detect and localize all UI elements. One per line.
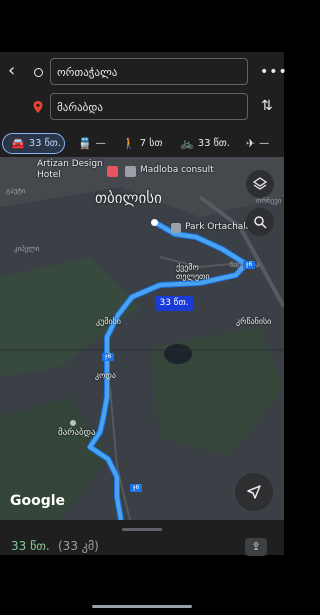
mode-flight[interactable]: ✈ —: [246, 133, 269, 154]
layers-icon: [253, 177, 267, 190]
car-icon: 🚘: [11, 137, 25, 150]
sheet-handle[interactable]: [122, 528, 162, 531]
navigation-arrow-icon: [247, 485, 261, 499]
label-madloba-consult[interactable]: Madloba consult: [140, 165, 214, 175]
label-marabda: მარაბდა: [58, 428, 96, 438]
more-options-icon[interactable]: •••: [260, 64, 288, 80]
label-left-top: გაუტი: [6, 187, 26, 195]
mode-bike[interactable]: 🚲 33 წთ.: [180, 133, 230, 154]
destination-input[interactable]: მარაბდა: [50, 93, 248, 120]
search-icon: [254, 216, 267, 229]
layers-button[interactable]: [246, 170, 274, 198]
swap-icon[interactable]: ⇅: [261, 98, 273, 114]
label-tbilisi: თბილისი: [95, 189, 162, 207]
road-shield: ჯ6: [243, 261, 255, 269]
walk-icon: 🚶: [122, 137, 136, 150]
recenter-button[interactable]: [235, 473, 273, 511]
share-icon: ⇪: [251, 540, 261, 553]
road-shield: ჯ6: [102, 353, 114, 361]
label-left-mid: კიპელი: [14, 245, 40, 253]
train-icon: 🚆: [78, 137, 92, 150]
home-indicator[interactable]: [92, 605, 192, 608]
origin-input[interactable]: ორთაჭალა: [50, 58, 248, 85]
route-duration-badge[interactable]: 33 წთ.: [155, 296, 193, 311]
mode-flight-label: —: [259, 138, 270, 149]
route-line: [87, 220, 249, 520]
park-icon[interactable]: [171, 223, 181, 233]
business-icon[interactable]: [125, 166, 136, 177]
label-artizan-hotel[interactable]: Artizan Design Hotel: [37, 159, 103, 181]
travel-mode-bar: 🚘 33 წთ. 🚆 — 🚶 7 სთ 🚲 33 წთ. ✈ —: [0, 130, 284, 157]
label-qvemo-teleti: ქვემო თელეთი: [176, 263, 210, 281]
mode-walk[interactable]: 🚶 7 სთ: [122, 133, 162, 154]
share-button[interactable]: ⇪: [245, 538, 267, 556]
mode-walk-label: 7 სთ: [139, 138, 163, 149]
mode-car[interactable]: 🚘 33 წთ.: [2, 133, 65, 154]
label-krtsanisi: კრწანისი: [236, 317, 272, 326]
destination-marker[interactable]: [70, 420, 76, 426]
mode-car-label: 33 წთ.: [28, 138, 61, 149]
bike-icon: 🚲: [180, 137, 194, 150]
plane-icon: ✈: [246, 137, 256, 150]
destination-pin-icon: [33, 101, 43, 113]
label-kumisi: კუმისი: [96, 317, 121, 326]
label-park-ortachala[interactable]: Park Ortachala: [185, 222, 251, 232]
back-button[interactable]: ‹: [8, 62, 24, 82]
origin-dot-icon: [34, 68, 43, 77]
route-distance: (33 კმ): [58, 539, 99, 553]
search-button[interactable]: [246, 208, 274, 236]
label-right-top: ორხევი: [256, 197, 282, 205]
mode-transit[interactable]: 🚆 —: [78, 133, 106, 154]
map-canvas[interactable]: Artizan Design Hotel Madloba consult თბი…: [0, 157, 284, 520]
label-koda: კოდა: [95, 371, 116, 380]
mode-transit-label: —: [95, 138, 106, 149]
origin-marker[interactable]: [151, 219, 158, 226]
route-time: 33 წთ.: [11, 539, 50, 553]
hotel-icon[interactable]: [107, 166, 118, 177]
google-logo: Google: [10, 493, 66, 509]
mode-bike-label: 33 წთ.: [197, 138, 230, 149]
road-shield: ჯ6: [130, 484, 142, 492]
